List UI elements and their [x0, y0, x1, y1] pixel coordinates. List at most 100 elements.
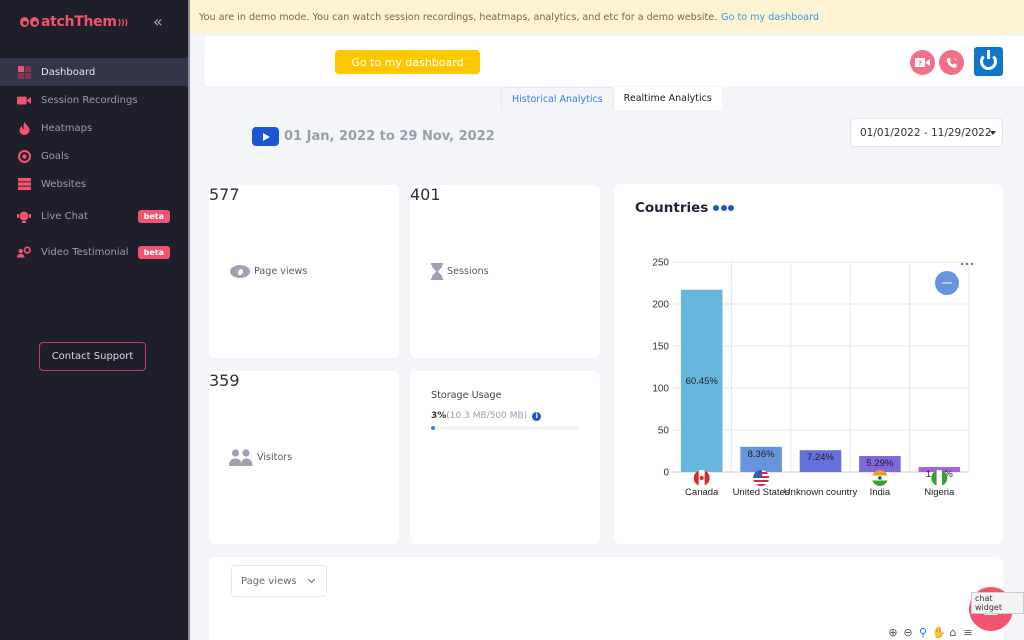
metric-select-value: Page views: [241, 575, 297, 587]
pan-hand-icon[interactable]: ✋: [932, 627, 946, 639]
chart-menu-icon[interactable]: [960, 262, 974, 266]
canada-flag-icon: [693, 470, 710, 486]
contact-support-button[interactable]: Contact Support: [39, 342, 146, 371]
page-views-card: Page views 577: [209, 185, 399, 358]
x-tick-label: India: [870, 487, 891, 498]
sessions-label: Sessions: [447, 266, 489, 277]
page-views-value: 577: [209, 185, 240, 204]
visitors-card: Visitors 359: [209, 371, 399, 544]
sidebar: atchThem ))) « Dashboard Session Recordi…: [0, 0, 188, 640]
power-icon[interactable]: [974, 47, 1003, 76]
sidebar-scrollbar[interactable]: [188, 0, 190, 640]
sidebar-item-label: Live Chat: [41, 210, 88, 222]
sidebar-item-session-recordings[interactable]: Session Recordings: [0, 86, 188, 114]
page-views-label: Page views: [254, 266, 308, 277]
visitors-label: Visitors: [257, 452, 293, 463]
y-tick-label: 100: [652, 384, 669, 395]
sidebar-item-label: Websites: [41, 178, 87, 190]
eye-icon: [230, 265, 250, 278]
sidebar-item-websites[interactable]: Websites: [0, 170, 188, 198]
zoom-out-chart-button[interactable]: [935, 271, 959, 295]
zoom-select-icon[interactable]: ⚲: [917, 627, 929, 639]
video-help-icon[interactable]: ?: [910, 50, 935, 75]
storage-usage-title: Storage Usage: [431, 390, 502, 401]
india-flag-icon: [871, 470, 888, 486]
date-range-text: 01 Jan, 2022 to 29 Nov, 2022: [284, 129, 495, 144]
sidebar-item-live-chat[interactable]: Live Chat beta: [0, 202, 188, 230]
logo-eyes-icon: [20, 17, 40, 27]
sidebar-item-label: Session Recordings: [41, 94, 138, 106]
y-tick-label: 150: [652, 342, 669, 353]
y-tick-label: 50: [658, 426, 670, 437]
storage-percent: 3%: [431, 411, 447, 421]
flame-icon: [17, 121, 31, 135]
sidebar-item-label: Video Testimonial: [41, 246, 129, 258]
zoom-out-icon[interactable]: ⊖: [902, 627, 914, 639]
tab-historical-analytics[interactable]: Historical Analytics: [501, 87, 614, 110]
sidebar-item-label: Dashboard: [41, 66, 96, 78]
date-range-row: 01 Jan, 2022 to 29 Nov, 2022: [252, 127, 495, 146]
users-icon: [229, 449, 253, 466]
countries-bar-chart: 050100150200250 60.45%8.36%7.24%5.29%1.6…: [652, 258, 974, 498]
tab-realtime-analytics[interactable]: Realtime Analytics: [613, 87, 722, 110]
x-tick-label: Canada: [685, 487, 719, 498]
phone-call-icon[interactable]: [939, 50, 964, 75]
sidebar-item-video-testimonial[interactable]: Video Testimonial beta: [0, 238, 188, 266]
sidebar-item-label: Goals: [41, 150, 69, 162]
caret-down-icon: [990, 131, 996, 135]
bar-data-label: 60.45%: [686, 376, 719, 387]
server-stack-icon: [17, 177, 31, 191]
logo[interactable]: atchThem ))): [20, 14, 128, 30]
sidebar-item-dashboard[interactable]: Dashboard: [0, 58, 188, 86]
signal-icon: ))): [117, 17, 128, 27]
svg-text:?: ?: [917, 60, 921, 68]
metric-select[interactable]: Page views: [231, 565, 327, 597]
x-tick-label: Nigeria: [924, 487, 955, 498]
beta-badge: beta: [137, 209, 170, 223]
banner-text: You are in demo mode. You can watch sess…: [199, 11, 718, 23]
bar-data-label: 5.29%: [866, 458, 893, 469]
sidebar-nav: Dashboard Session Recordings Heatmaps Go…: [0, 58, 188, 266]
zoom-in-icon[interactable]: ⊕: [887, 627, 899, 639]
chevron-down-icon: [307, 575, 316, 584]
menu-icon[interactable]: ≡: [962, 627, 974, 639]
top-bar: Go to my dashboard ?: [205, 36, 1024, 86]
home-reset-icon[interactable]: ⌂: [947, 627, 959, 639]
chart-toolbar: ⊕ ⊖ ⚲ ✋ ⌂ ≡: [887, 627, 974, 639]
info-icon[interactable]: i: [532, 411, 542, 421]
play-icon[interactable]: [252, 127, 279, 146]
sessions-value: 401: [410, 185, 441, 204]
collapse-sidebar-icon[interactable]: «: [153, 12, 163, 31]
sidebar-item-label: Heatmaps: [41, 122, 93, 134]
chat-widget-tooltip: chat widget: [971, 592, 1024, 614]
bar-data-label: 8.36%: [748, 449, 775, 460]
page-scrollbar[interactable]: [1004, 86, 1024, 640]
sidebar-item-heatmaps[interactable]: Heatmaps: [0, 114, 188, 142]
logo-text: atchThem: [41, 14, 117, 30]
storage-detail: (10.3 MB/500 MB): [446, 411, 528, 421]
date-range-select[interactable]: 01/01/2022 - 11/29/2022: [850, 118, 1003, 147]
user-video-icon: [17, 245, 31, 259]
beta-badge: beta: [137, 245, 170, 259]
visitors-value: 359: [209, 371, 240, 390]
sessions-card: Sessions 401: [410, 185, 600, 358]
storage-progress-bar: [431, 426, 579, 430]
storage-progress-fill: [431, 426, 436, 430]
storage-usage-card: Storage Usage 3% (10.3 MB/500 MB) i: [410, 371, 600, 544]
y-tick-label: 200: [652, 300, 669, 311]
go-to-dashboard-button[interactable]: Go to my dashboard: [335, 50, 480, 74]
y-tick-label: 250: [652, 258, 669, 269]
video-camera-icon: [17, 93, 31, 107]
page-views-chart-card: Page views: [209, 557, 1003, 640]
bar-data-label: 7.24%: [807, 452, 834, 463]
sidebar-item-goals[interactable]: Goals: [0, 142, 188, 170]
us-flag-icon: [753, 470, 770, 486]
x-tick-label: Unknown country: [784, 487, 858, 498]
x-tick-label: United States: [733, 487, 790, 498]
y-tick-label: 0: [663, 468, 669, 479]
banner-dashboard-link[interactable]: Go to my dashboard: [721, 12, 819, 23]
dashboard-grid-icon: [17, 65, 31, 79]
nigeria-flag-icon: [931, 470, 948, 486]
date-range-value: 01/01/2022 - 11/29/2022: [860, 126, 992, 139]
countries-card: Countries 0 50 100 150 200 250 60.45% 8.36% 7.2…: [614, 184, 1003, 544]
